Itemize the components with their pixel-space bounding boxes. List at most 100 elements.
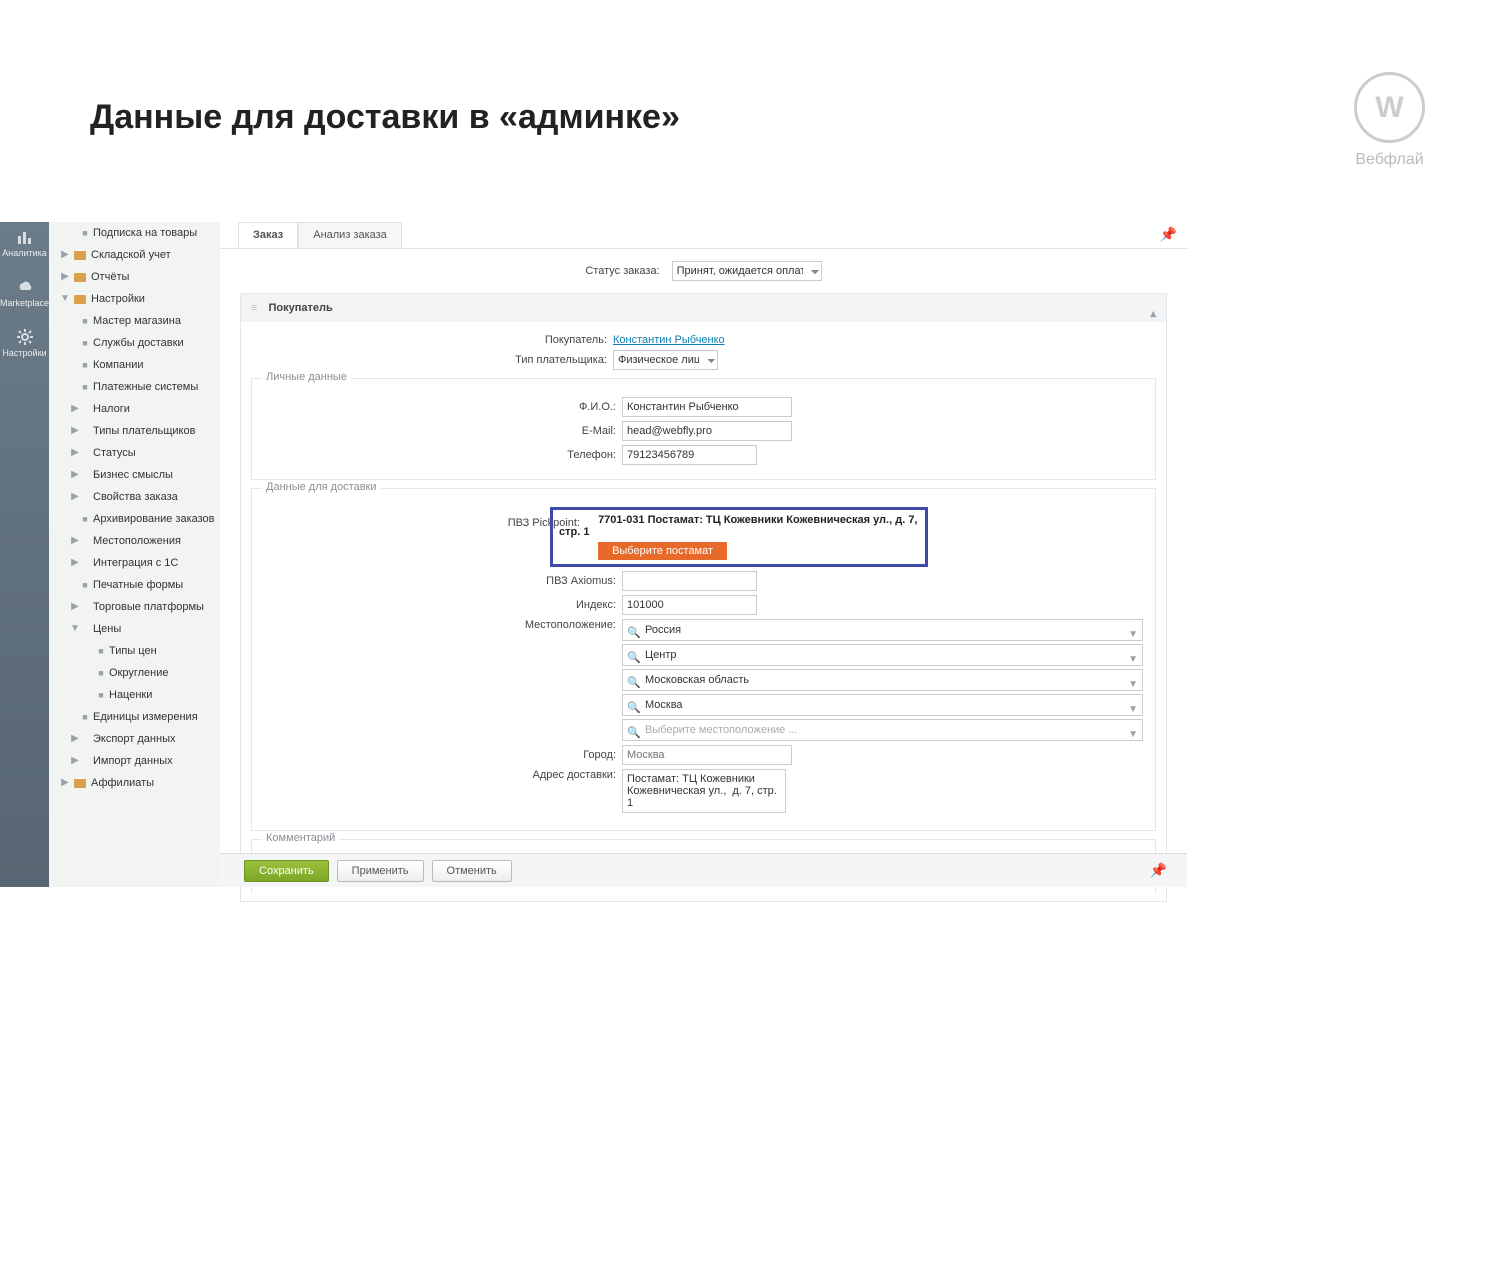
page-title: Данные для доставки в «админке» (90, 98, 680, 137)
sidebar-item-label: Свойства заказа (93, 486, 178, 508)
sidebar-item-label: Типы цен (109, 640, 157, 662)
sidebar[interactable]: ▶■Подписка на товары▶Складской учет▶Отчё… (49, 222, 221, 887)
chevron-right-icon: ▶ (69, 706, 81, 728)
bullet-icon: ■ (97, 662, 105, 684)
sidebar-item-label: Подписка на товары (93, 222, 197, 244)
email-input[interactable] (622, 421, 792, 441)
sidebar-item[interactable]: ▶Складской учет (49, 244, 220, 266)
bullet-icon: ■ (97, 640, 105, 662)
sidebar-item[interactable]: ▶■Службы доставки (49, 332, 220, 354)
sidebar-item[interactable]: ▶■Печатные формы (49, 574, 220, 596)
sidebar-item-label: Складской учет (91, 244, 171, 266)
sidebar-item-label: Цены (93, 618, 121, 640)
chevron-right-icon: ▶ (59, 266, 71, 288)
sidebar-item[interactable]: ▶■Типы цен (49, 640, 220, 662)
axiomus-input[interactable] (622, 571, 757, 591)
bullet-icon: ■ (81, 222, 89, 244)
bullet-icon: ■ (81, 354, 89, 376)
sidebar-item[interactable]: ▶■Платежные системы (49, 376, 220, 398)
axiomus-label: ПВЗ Axiomus: (260, 575, 622, 587)
personal-data-fieldset: Личные данные Ф.И.О.: E-Mail: Телефон: (251, 378, 1156, 480)
choose-postamat-button[interactable]: Выберите постамат (598, 542, 727, 560)
sidebar-item[interactable]: ▶Статусы (49, 442, 220, 464)
save-button[interactable]: Сохранить (244, 860, 329, 882)
phone-input[interactable] (622, 445, 757, 465)
city-input[interactable] (622, 745, 792, 765)
cancel-button[interactable]: Отменить (432, 860, 512, 882)
chevron-right-icon: ▶ (85, 684, 97, 706)
pin-icon[interactable]: 📌 (1150, 862, 1167, 879)
search-icon: 🔍 (627, 698, 641, 718)
sidebar-item[interactable]: ▶■Единицы измерения (49, 706, 220, 728)
tab-order[interactable]: Заказ (238, 222, 298, 248)
sidebar-item[interactable]: ▶Налоги (49, 398, 220, 420)
sidebar-item[interactable]: ▶■Мастер магазина (49, 310, 220, 332)
location-combo-2[interactable]: 🔍Центр▼ (622, 644, 1143, 666)
sidebar-item[interactable]: ▶Бизнес смыслы (49, 464, 220, 486)
tab-analysis[interactable]: Анализ заказа (298, 222, 402, 248)
sidebar-item[interactable]: ▼Цены (49, 618, 220, 640)
chevron-down-icon: ▼ (1128, 700, 1138, 720)
chevron-right-icon: ▶ (69, 222, 81, 244)
order-status-select[interactable]: Принят, ожидается оплата (672, 261, 822, 281)
sidebar-item[interactable]: ▶Экспорт данных (49, 728, 220, 750)
sidebar-item[interactable]: ▶Торговые платформы (49, 596, 220, 618)
sidebar-item[interactable]: ▶ Аффилиаты (49, 772, 220, 794)
bullet-icon: ■ (81, 332, 89, 354)
chevron-right-icon: ▶ (69, 398, 81, 420)
chevron-right-icon: ▶ (69, 574, 81, 596)
payer-type-select[interactable]: Физическое лицо [1] (613, 350, 718, 370)
chevron-right-icon: ▶ (69, 376, 81, 398)
chevron-down-icon: ▼ (1128, 725, 1138, 745)
bullet-icon: ■ (81, 706, 89, 728)
location-combo-5[interactable]: 🔍Выберите местоположение ...▼ (622, 719, 1143, 741)
nav-marketplace[interactable]: Marketplace (0, 272, 49, 316)
sidebar-item-label: Интеграция с 1С (93, 552, 178, 574)
sidebar-item[interactable]: ▶ Интеграция с 1С (49, 552, 220, 574)
sidebar-item-label: Аффилиаты (91, 772, 154, 794)
sidebar-item[interactable]: ▶■Архивирование заказов (49, 508, 220, 530)
nav-settings[interactable]: Настройки (0, 322, 49, 366)
buyer-link[interactable]: Константин Рыбченко (613, 334, 725, 346)
chevron-right-icon: ▶ (59, 772, 71, 794)
sidebar-item[interactable]: ▶■Подписка на товары (49, 222, 220, 244)
buyer-label: Покупатель: (251, 334, 613, 346)
chevron-right-icon: ▶ (69, 552, 81, 574)
sidebar-item-label: Единицы измерения (93, 706, 198, 728)
index-input[interactable] (622, 595, 757, 615)
sidebar-item[interactable]: ▶Свойства заказа (49, 486, 220, 508)
collapse-icon[interactable]: ▴ (1150, 300, 1156, 328)
location-combo-3[interactable]: 🔍Московская область▼ (622, 669, 1143, 691)
location-combo-1[interactable]: 🔍Россия▼ (622, 619, 1143, 641)
pin-icon[interactable]: 📌 (1160, 226, 1177, 243)
brand-name: Вебфлай (1354, 151, 1425, 169)
nav-analytics[interactable]: Аналитика (0, 222, 49, 266)
buyer-panel-title: Покупатель (268, 302, 332, 314)
apply-button[interactable]: Применить (337, 860, 424, 882)
sidebar-item[interactable]: ▶Типы плательщиков (49, 420, 220, 442)
bullet-icon: ■ (81, 376, 89, 398)
chevron-right-icon: ▶ (85, 662, 97, 684)
sidebar-item[interactable]: ▶Местоположения (49, 530, 220, 552)
drag-handle-icon[interactable]: ≡ (251, 294, 257, 322)
nav-iconbar: Аналитика Marketplace Настройки (0, 222, 49, 887)
sidebar-item[interactable]: ▶Отчёты (49, 266, 220, 288)
sidebar-item[interactable]: ▶Импорт данных (49, 750, 220, 772)
search-icon: 🔍 (627, 648, 641, 668)
footer-bar: Сохранить Применить Отменить 📌 (220, 853, 1187, 887)
sidebar-item[interactable]: ▶■Наценки (49, 684, 220, 706)
phone-label: Телефон: (260, 449, 622, 461)
brand-logo: W Вебфлай (1354, 72, 1425, 169)
bar-chart-icon (16, 228, 34, 246)
sidebar-item[interactable]: ▶■Округление (49, 662, 220, 684)
fio-input[interactable] (622, 397, 792, 417)
chevron-right-icon: ▶ (69, 750, 81, 772)
chevron-right-icon: ▶ (69, 310, 81, 332)
address-textarea[interactable] (622, 769, 786, 813)
folder-icon (73, 270, 87, 284)
sidebar-item[interactable]: ▼Настройки (49, 288, 220, 310)
location-combo-4[interactable]: 🔍Москва▼ (622, 694, 1143, 716)
sidebar-item[interactable]: ▶■Компании (49, 354, 220, 376)
folder-icon (73, 248, 87, 262)
sidebar-item-label: Настройки (91, 288, 145, 310)
